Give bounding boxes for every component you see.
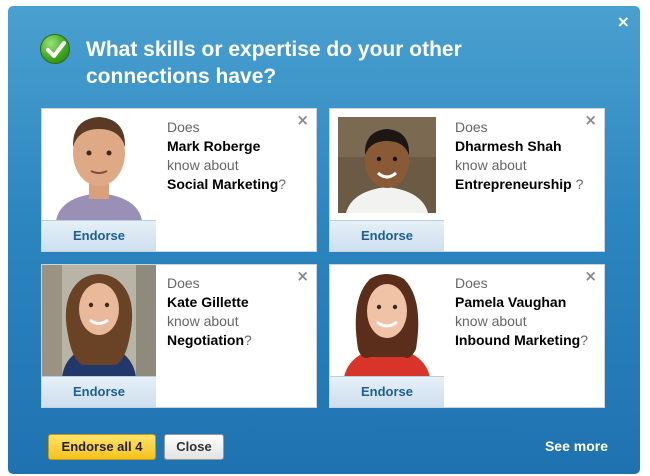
- dialog-close-icon[interactable]: ×: [617, 12, 630, 31]
- skill-name: Entrepreneurship: [455, 176, 572, 192]
- card-close-icon[interactable]: ×: [296, 111, 309, 129]
- question-middle: know about: [455, 313, 527, 329]
- endorsement-card: Endorse Does Dharmesh Shah know about En…: [329, 108, 605, 252]
- endorsement-question: Does Pamela Vaughan know about Inbound M…: [455, 274, 595, 350]
- endorsement-card: Endorse Does Mark Roberge know about Soc…: [41, 108, 317, 252]
- connection-name[interactable]: Pamela Vaughan: [455, 293, 595, 312]
- endorsement-question: Does Mark Roberge know about Social Mark…: [167, 118, 307, 194]
- see-more-link[interactable]: See more: [545, 438, 608, 454]
- connection-name[interactable]: Kate Gillette: [167, 293, 307, 312]
- skill-name: Social Marketing: [167, 176, 279, 192]
- endorse-button[interactable]: Endorse: [42, 220, 156, 251]
- endorsement-dialog: × What skills or expertise do your other…: [8, 6, 640, 474]
- endorsement-question: Does Dharmesh Shah know about Entreprene…: [455, 118, 595, 194]
- close-button[interactable]: Close: [164, 434, 224, 460]
- question-prefix: Does: [455, 275, 488, 291]
- endorsement-card: Endorse Does Pamela Vaughan know about I…: [329, 264, 605, 408]
- endorse-button[interactable]: Endorse: [330, 220, 444, 251]
- connection-name[interactable]: Dharmesh Shah: [455, 137, 595, 156]
- question-prefix: Does: [167, 119, 200, 135]
- profile-photo: [330, 265, 444, 377]
- endorse-all-button[interactable]: Endorse all 4: [48, 434, 156, 460]
- skill-name: Negotiation: [167, 332, 244, 348]
- connection-name[interactable]: Mark Roberge: [167, 137, 307, 156]
- question-mark: ?: [244, 332, 252, 348]
- question-middle: know about: [167, 313, 239, 329]
- checkmark-icon: [40, 34, 70, 64]
- skill-name: Inbound Marketing: [455, 332, 581, 348]
- card-close-icon[interactable]: ×: [584, 111, 597, 129]
- endorsement-card: Endorse Does Kate Gillette know about Ne…: [41, 264, 317, 408]
- question-mark: ?: [580, 332, 589, 348]
- profile-photo: [338, 117, 436, 213]
- endorse-button[interactable]: Endorse: [330, 376, 444, 407]
- question-middle: know about: [455, 157, 527, 173]
- endorse-button[interactable]: Endorse: [42, 376, 156, 407]
- card-close-icon[interactable]: ×: [584, 267, 597, 285]
- question-prefix: Does: [455, 119, 488, 135]
- question-mark: ?: [278, 176, 287, 192]
- card-close-icon[interactable]: ×: [296, 267, 309, 285]
- endorsement-question: Does Kate Gillette know about Negotiatio…: [167, 274, 307, 350]
- dialog-title: What skills or expertise do your other c…: [86, 38, 462, 88]
- question-mark: ?: [575, 176, 584, 192]
- question-middle: know about: [167, 157, 239, 173]
- question-prefix: Does: [167, 275, 200, 291]
- profile-photo: [42, 109, 156, 221]
- profile-photo: [42, 265, 156, 377]
